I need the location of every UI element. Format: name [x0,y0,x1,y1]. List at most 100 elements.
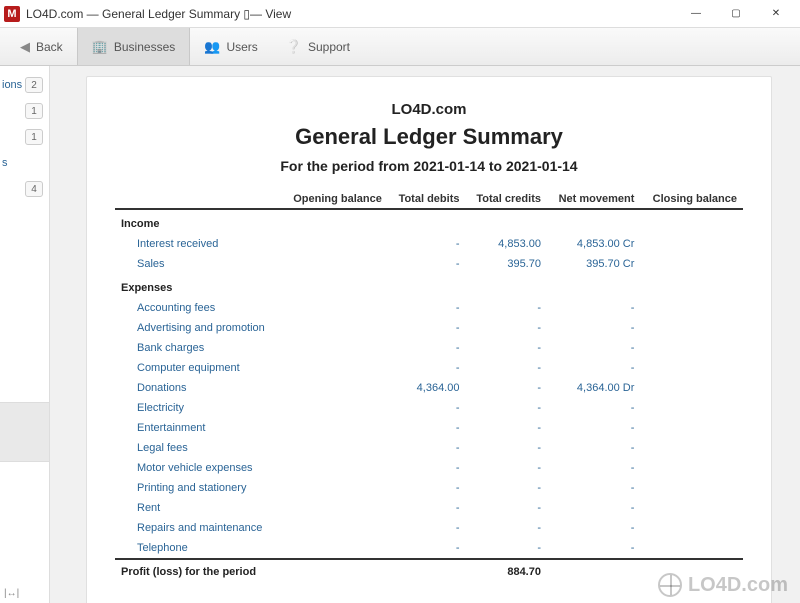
section-row: Income [115,209,743,234]
cell-movement[interactable]: 395.70 Cr [547,254,640,274]
cell-credits[interactable]: - [465,398,547,418]
sidebar-item[interactable]: 4 [0,176,49,202]
cell-movement[interactable]: - [547,438,640,458]
cell-debits[interactable]: - [388,338,466,358]
titlebar: M LO4D.com — General Ledger Summary ▯— V… [0,0,800,28]
table-row: Bank charges--- [115,338,743,358]
cell-opening [281,518,388,538]
cell-closing [640,378,743,398]
support-icon: ❔ [286,39,302,55]
businesses-label: Businesses [114,40,175,54]
cell-debits[interactable]: - [388,518,466,538]
cell-credits[interactable]: - [465,298,547,318]
total-closing [640,559,743,582]
cell-credits[interactable]: - [465,418,547,438]
cell-credits[interactable]: - [465,538,547,559]
cell-movement[interactable]: - [547,398,640,418]
cell-debits[interactable]: - [388,318,466,338]
cell-credits[interactable]: - [465,518,547,538]
users-tab[interactable]: 👥 Users [190,28,272,65]
cell-credits[interactable]: - [465,358,547,378]
account-name[interactable]: Accounting fees [115,298,281,318]
sidebar-item[interactable]: s [0,150,49,176]
support-tab[interactable]: ❔ Support [272,28,364,65]
cell-movement[interactable]: - [547,318,640,338]
back-label: Back [36,40,63,54]
cell-debits[interactable]: - [388,398,466,418]
cell-opening [281,378,388,398]
maximize-button[interactable]: ▢ [716,2,756,26]
account-name[interactable]: Repairs and maintenance [115,518,281,538]
cell-movement[interactable]: - [547,418,640,438]
cell-debits[interactable]: - [388,254,466,274]
cell-debits[interactable]: - [388,298,466,318]
cell-movement[interactable]: - [547,338,640,358]
cell-movement[interactable]: 4,364.00 Dr [547,378,640,398]
account-name[interactable]: Interest received [115,234,281,254]
cell-debits[interactable]: - [388,458,466,478]
account-name[interactable]: Printing and stationery [115,478,281,498]
sidebar-panel-stub [0,402,49,462]
sidebar-item-count: 2 [25,77,43,93]
table-header-row: Opening balance Total debits Total credi… [115,190,743,209]
table-row: Legal fees--- [115,438,743,458]
cell-movement[interactable]: - [547,458,640,478]
minimize-button[interactable]: — [676,2,716,26]
cell-opening [281,254,388,274]
cell-debits[interactable]: - [388,358,466,378]
cell-movement[interactable]: - [547,478,640,498]
col-debits: Total debits [388,190,466,209]
cell-movement[interactable]: 4,853.00 Cr [547,234,640,254]
account-name[interactable]: Legal fees [115,438,281,458]
account-name[interactable]: Sales [115,254,281,274]
cell-credits[interactable]: 4,853.00 [465,234,547,254]
sidebar-item[interactable]: ions2 [0,72,49,98]
cell-credits[interactable]: - [465,498,547,518]
account-name[interactable]: Computer equipment [115,358,281,378]
cell-credits[interactable]: - [465,338,547,358]
businesses-tab[interactable]: 🏢 Businesses [77,28,191,65]
cell-credits[interactable]: 395.70 [465,254,547,274]
account-name[interactable]: Bank charges [115,338,281,358]
account-name[interactable]: Entertainment [115,418,281,438]
cell-movement[interactable]: - [547,358,640,378]
cell-debits[interactable]: - [388,478,466,498]
cell-debits[interactable]: - [388,234,466,254]
sidebar-item[interactable]: 1 [0,124,49,150]
account-name[interactable]: Rent [115,498,281,518]
back-button[interactable]: ◀ Back [6,28,77,65]
account-name[interactable]: Electricity [115,398,281,418]
col-account [115,190,281,209]
account-name[interactable]: Motor vehicle expenses [115,458,281,478]
cell-movement[interactable]: - [547,538,640,559]
table-row: Electricity--- [115,398,743,418]
cell-debits[interactable]: 4,364.00 [388,378,466,398]
close-button[interactable]: ✕ [756,2,796,26]
cell-credits[interactable]: - [465,458,547,478]
cell-debits[interactable]: - [388,438,466,458]
account-name[interactable]: Telephone [115,538,281,559]
cell-credits[interactable]: - [465,478,547,498]
cell-credits[interactable]: - [465,378,547,398]
table-row: Repairs and maintenance--- [115,518,743,538]
account-name[interactable]: Advertising and promotion [115,318,281,338]
sidebar-item-count: 1 [25,103,43,119]
cell-debits[interactable]: - [388,498,466,518]
section-row: Expenses [115,274,743,298]
account-name[interactable]: Donations [115,378,281,398]
cell-credits[interactable]: - [465,318,547,338]
table-row: Entertainment--- [115,418,743,438]
cell-debits[interactable]: - [388,538,466,559]
sidebar-collapse-icon[interactable]: |↔| [4,588,19,599]
table-row: Printing and stationery--- [115,478,743,498]
cell-closing [640,498,743,518]
cell-movement[interactable]: - [547,298,640,318]
cell-opening [281,538,388,559]
window-title: LO4D.com — General Ledger Summary ▯— Vie… [26,7,676,21]
cell-credits[interactable]: - [465,438,547,458]
content-scroll[interactable]: LO4D.com General Ledger Summary For the … [50,66,800,603]
sidebar-item[interactable]: 1 [0,98,49,124]
cell-movement[interactable]: - [547,498,640,518]
cell-debits[interactable]: - [388,418,466,438]
cell-movement[interactable]: - [547,518,640,538]
